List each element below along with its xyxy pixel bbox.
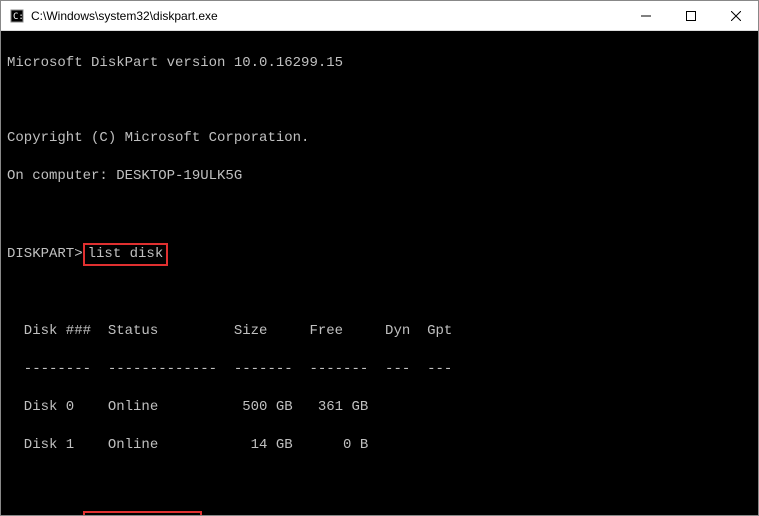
svg-text:C:: C: <box>13 12 24 22</box>
blank <box>7 92 752 111</box>
minimize-button[interactable] <box>623 1 668 30</box>
maximize-button[interactable] <box>668 1 713 30</box>
blank <box>7 205 752 224</box>
window-controls <box>623 1 758 30</box>
blank <box>7 285 752 304</box>
disk-row-1: Disk 1 Online 14 GB 0 B <box>7 436 752 455</box>
prompt-row-1: DISKPART> list disk <box>7 243 752 266</box>
prompt: DISKPART> <box>7 513 83 515</box>
disk-header: Disk ### Status Size Free Dyn Gpt <box>7 322 752 341</box>
window-title: C:\Windows\system32\diskpart.exe <box>31 9 623 23</box>
cmd-select-disk: select disk 1 <box>83 511 202 515</box>
disk-row-0: Disk 0 Online 500 GB 361 GB <box>7 398 752 417</box>
window-frame: C: C:\Windows\system32\diskpart.exe Micr… <box>0 0 759 516</box>
computer-line: On computer: DESKTOP-19ULK5G <box>7 167 752 186</box>
titlebar[interactable]: C: C:\Windows\system32\diskpart.exe <box>1 1 758 31</box>
disk-sep: -------- ------------- ------- ------- -… <box>7 360 752 379</box>
cmd-list-disk: list disk <box>83 243 169 266</box>
close-button[interactable] <box>713 1 758 30</box>
blank <box>7 473 752 492</box>
terminal-output[interactable]: Microsoft DiskPart version 10.0.16299.15… <box>1 31 758 515</box>
app-icon: C: <box>9 8 25 24</box>
prompt-row-2: DISKPART> select disk 1 <box>7 511 752 515</box>
copyright-line: Copyright (C) Microsoft Corporation. <box>7 129 752 148</box>
prompt: DISKPART> <box>7 245 83 264</box>
version-line: Microsoft DiskPart version 10.0.16299.15 <box>7 54 752 73</box>
